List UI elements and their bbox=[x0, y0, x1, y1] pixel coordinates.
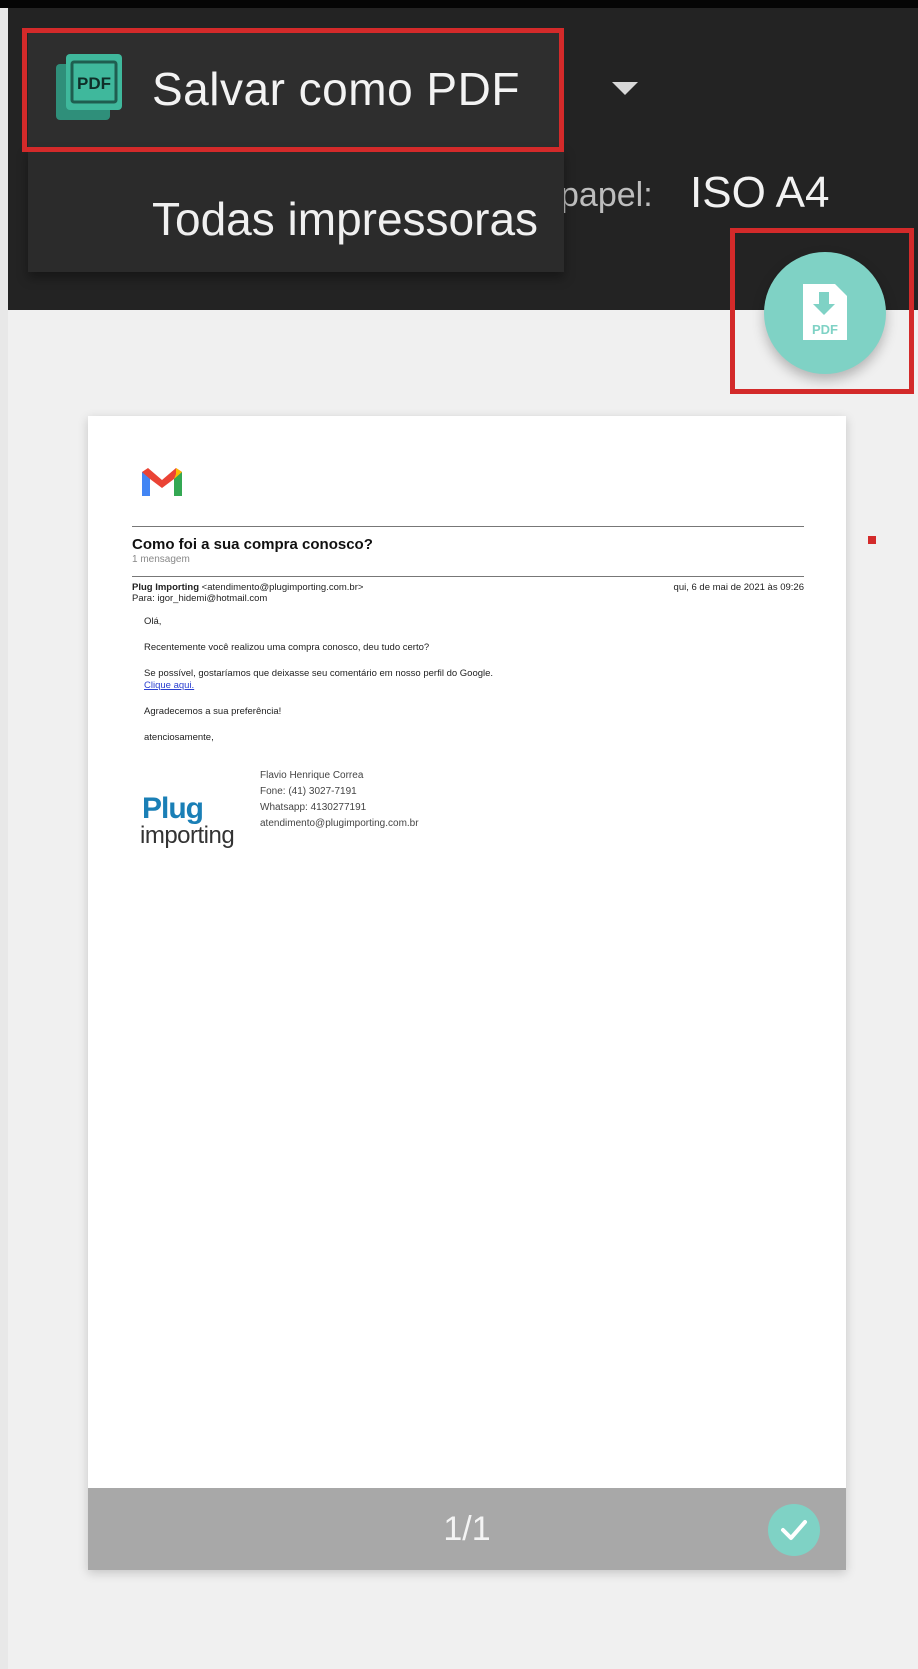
page-preview[interactable]: Como foi a sua compra conosco? 1 mensage… bbox=[88, 416, 846, 1570]
email-content: Como foi a sua compra conosco? 1 mensage… bbox=[88, 416, 846, 1486]
sender-email: <atendimento@plugimporting.com.br> bbox=[201, 582, 364, 593]
page-footer: 1/1 bbox=[88, 1488, 846, 1570]
red-marker bbox=[868, 536, 876, 544]
body-line: Agradecemos a sua preferência! bbox=[144, 706, 282, 717]
google-review-link[interactable]: Clique aqui. bbox=[144, 680, 194, 691]
highlight-box-fab bbox=[730, 228, 914, 394]
logo-importing-text: importing bbox=[140, 822, 235, 849]
status-strip bbox=[0, 0, 918, 8]
page-select-checkbox[interactable] bbox=[768, 1504, 820, 1556]
logo-plug-text: Plug bbox=[142, 792, 204, 825]
divider bbox=[132, 576, 804, 577]
highlight-box-printer bbox=[22, 28, 564, 152]
left-edge bbox=[0, 0, 8, 1669]
signature-email: atendimento@plugimporting.com.br bbox=[260, 818, 419, 829]
email-date: qui, 6 de mai de 2021 às 09:26 bbox=[673, 582, 804, 593]
sender: Plug Importing <atendimento@plugimportin… bbox=[132, 582, 363, 593]
divider bbox=[132, 526, 804, 527]
signature-phone: Fone: (41) 3027-7191 bbox=[260, 786, 357, 797]
printer-dropdown-menu: Todas impressoras bbox=[28, 148, 564, 272]
page-counter: 1/1 bbox=[443, 1510, 491, 1548]
body-line: Se possível, gostaríamos que deixasse se… bbox=[144, 668, 494, 679]
checkmark-icon bbox=[781, 1520, 807, 1540]
menu-item-all-printers[interactable]: Todas impressoras bbox=[152, 192, 538, 246]
sender-name: Plug Importing bbox=[132, 582, 200, 593]
signature-name: Flavio Henrique Correa bbox=[260, 770, 364, 781]
paper-size-value[interactable]: ISO A4 bbox=[690, 168, 829, 218]
paper-size-label: papel: bbox=[560, 176, 653, 214]
chevron-down-icon[interactable] bbox=[612, 82, 638, 95]
gmail-logo-icon bbox=[142, 468, 182, 496]
plug-importing-logo: Plug importing bbox=[140, 792, 250, 862]
body-line: Recentemente você realizou uma compra co… bbox=[144, 642, 430, 653]
closing: atenciosamente, bbox=[144, 732, 214, 743]
email-subject: Como foi a sua compra conosco? bbox=[132, 536, 373, 553]
greeting: Olá, bbox=[144, 616, 162, 627]
recipient: Para: igor_hidemi@hotmail.com bbox=[132, 593, 268, 604]
signature-whatsapp: Whatsapp: 4130277191 bbox=[260, 802, 367, 813]
message-count: 1 mensagem bbox=[132, 554, 190, 565]
